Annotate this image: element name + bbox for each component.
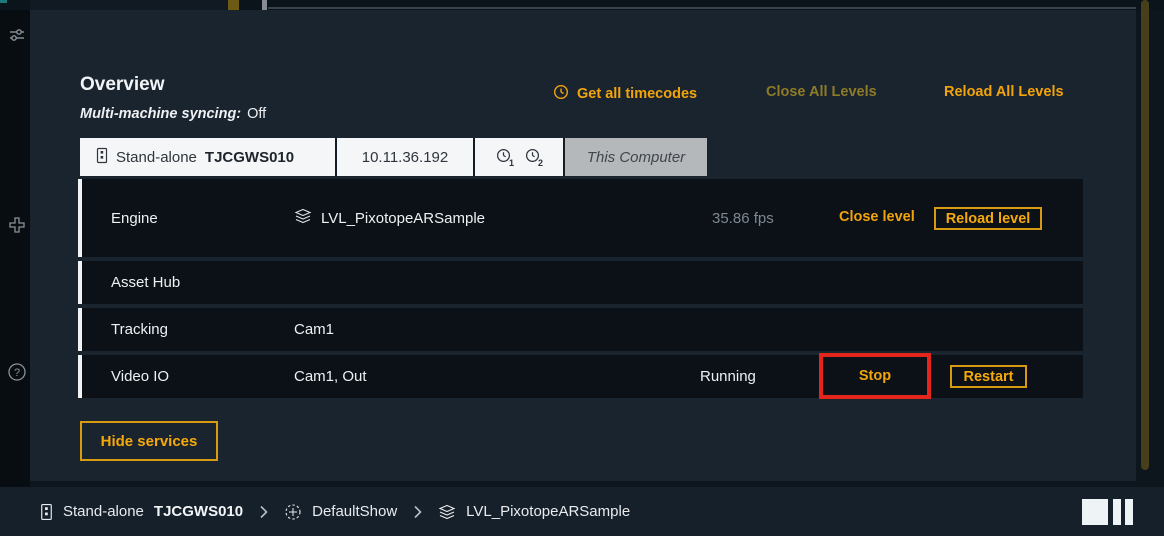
service-name: Asset Hub — [82, 274, 294, 291]
get-all-timecodes-label: Get all timecodes — [577, 86, 697, 102]
reload-all-levels-button[interactable]: Reload All Levels — [944, 84, 1064, 100]
service-row-video-io: Video IO Cam1, Out Running Stop Restart — [78, 355, 1083, 398]
left-sidebar: ? — [0, 10, 30, 487]
service-row-asset-hub: Asset Hub — [78, 261, 1083, 304]
machine-tab-row: Stand-alone TJCGWS010 10.11.36.192 1 2 — [80, 138, 707, 176]
stop-button-highlight: Stop — [819, 353, 931, 399]
fps-readout: 35.86 fps — [712, 210, 774, 227]
layout-bar — [1125, 499, 1133, 525]
breadcrumb-machine-name[interactable]: TJCGWS010 — [154, 503, 243, 520]
reload-level-button[interactable]: Reload level — [934, 207, 1042, 230]
hide-services-button[interactable]: Hide services — [80, 421, 218, 461]
sliders-icon[interactable] — [7, 25, 27, 45]
layout-bar — [1113, 499, 1121, 525]
cropped-fragment — [30, 0, 228, 10]
close-all-levels-button[interactable]: Close All Levels — [766, 84, 877, 100]
stop-button[interactable]: Stop — [859, 368, 891, 384]
chevron-right-icon — [259, 505, 268, 519]
machine-icon — [40, 503, 53, 521]
clock-number: 1 — [509, 158, 514, 168]
service-row-engine: Engine LVL_PixotopeARSample 35.86 fps Cl… — [78, 179, 1083, 257]
layout-square — [1082, 499, 1108, 525]
overview-panel: Overview Multi-machine syncing: Off Get a… — [30, 10, 1136, 481]
layout-switcher-icon[interactable] — [1082, 499, 1134, 525]
machine-type-label: Stand-alone — [116, 149, 197, 166]
layers-icon — [294, 207, 312, 229]
service-value: Cam1 — [294, 321, 1083, 338]
reload-all-levels-label: Reload All Levels — [944, 84, 1064, 100]
reload-level-label: Reload level — [946, 211, 1031, 227]
breadcrumb-level-name[interactable]: LVL_PixotopeARSample — [466, 503, 630, 520]
timecode-clock-icon — [553, 84, 569, 104]
layers-icon — [438, 503, 456, 521]
get-all-timecodes-button[interactable]: Get all timecodes — [553, 84, 697, 104]
scrollbar[interactable] — [1141, 0, 1149, 470]
breadcrumb-machine-type[interactable]: Stand-alone — [63, 503, 144, 520]
machine-tab[interactable]: Stand-alone TJCGWS010 — [80, 138, 337, 176]
cropped-fragment — [0, 0, 7, 3]
service-name: Tracking — [82, 321, 294, 338]
service-name: Video IO — [82, 368, 294, 385]
cropped-top-strip — [0, 0, 1164, 10]
service-row-tracking: Tracking Cam1 — [78, 308, 1083, 351]
service-name: Engine — [82, 210, 294, 227]
svg-text:?: ? — [14, 367, 20, 379]
this-computer-label: This Computer — [587, 149, 685, 166]
ip-address-value: 10.11.36.192 — [362, 149, 448, 166]
breadcrumb-show-name[interactable]: DefaultShow — [312, 503, 397, 520]
show-icon — [284, 503, 302, 521]
cropped-fragment — [228, 0, 239, 10]
page-title: Overview — [80, 74, 165, 96]
close-all-levels-label: Close All Levels — [766, 84, 877, 100]
multi-machine-syncing: Multi-machine syncing: Off — [80, 106, 266, 122]
this-computer-tab[interactable]: This Computer — [565, 138, 707, 176]
cropped-fragment — [262, 0, 267, 10]
restart-label: Restart — [964, 369, 1014, 385]
syncing-label: Multi-machine syncing: — [80, 106, 241, 122]
close-level-button[interactable]: Close level — [839, 209, 915, 225]
chevron-right-icon — [413, 505, 422, 519]
machine-icon — [96, 147, 108, 168]
syncing-value: Off — [247, 106, 266, 122]
service-status: Running — [700, 368, 756, 385]
cropped-fragment — [268, 7, 1136, 9]
restart-button[interactable]: Restart — [950, 365, 1027, 388]
level-name: LVL_PixotopeARSample — [321, 210, 485, 227]
plus-icon[interactable] — [7, 215, 27, 235]
machine-name-label: TJCGWS010 — [205, 149, 294, 166]
timecode-clocks-tab[interactable]: 1 2 — [475, 138, 565, 176]
pixotope-overview-screen: ? Overview Multi-machine syncing: Off Get… — [0, 0, 1164, 536]
ip-address-tab[interactable]: 10.11.36.192 — [337, 138, 475, 176]
breadcrumb: Stand-alone TJCGWS010 DefaultShow LVL_Pi… — [0, 487, 1164, 536]
timecode-clock-1-icon[interactable]: 1 — [496, 148, 513, 167]
timecode-clock-2-icon[interactable]: 2 — [525, 148, 542, 167]
help-icon[interactable]: ? — [7, 362, 27, 382]
clock-number: 2 — [538, 158, 543, 168]
hide-services-label: Hide services — [101, 433, 198, 450]
